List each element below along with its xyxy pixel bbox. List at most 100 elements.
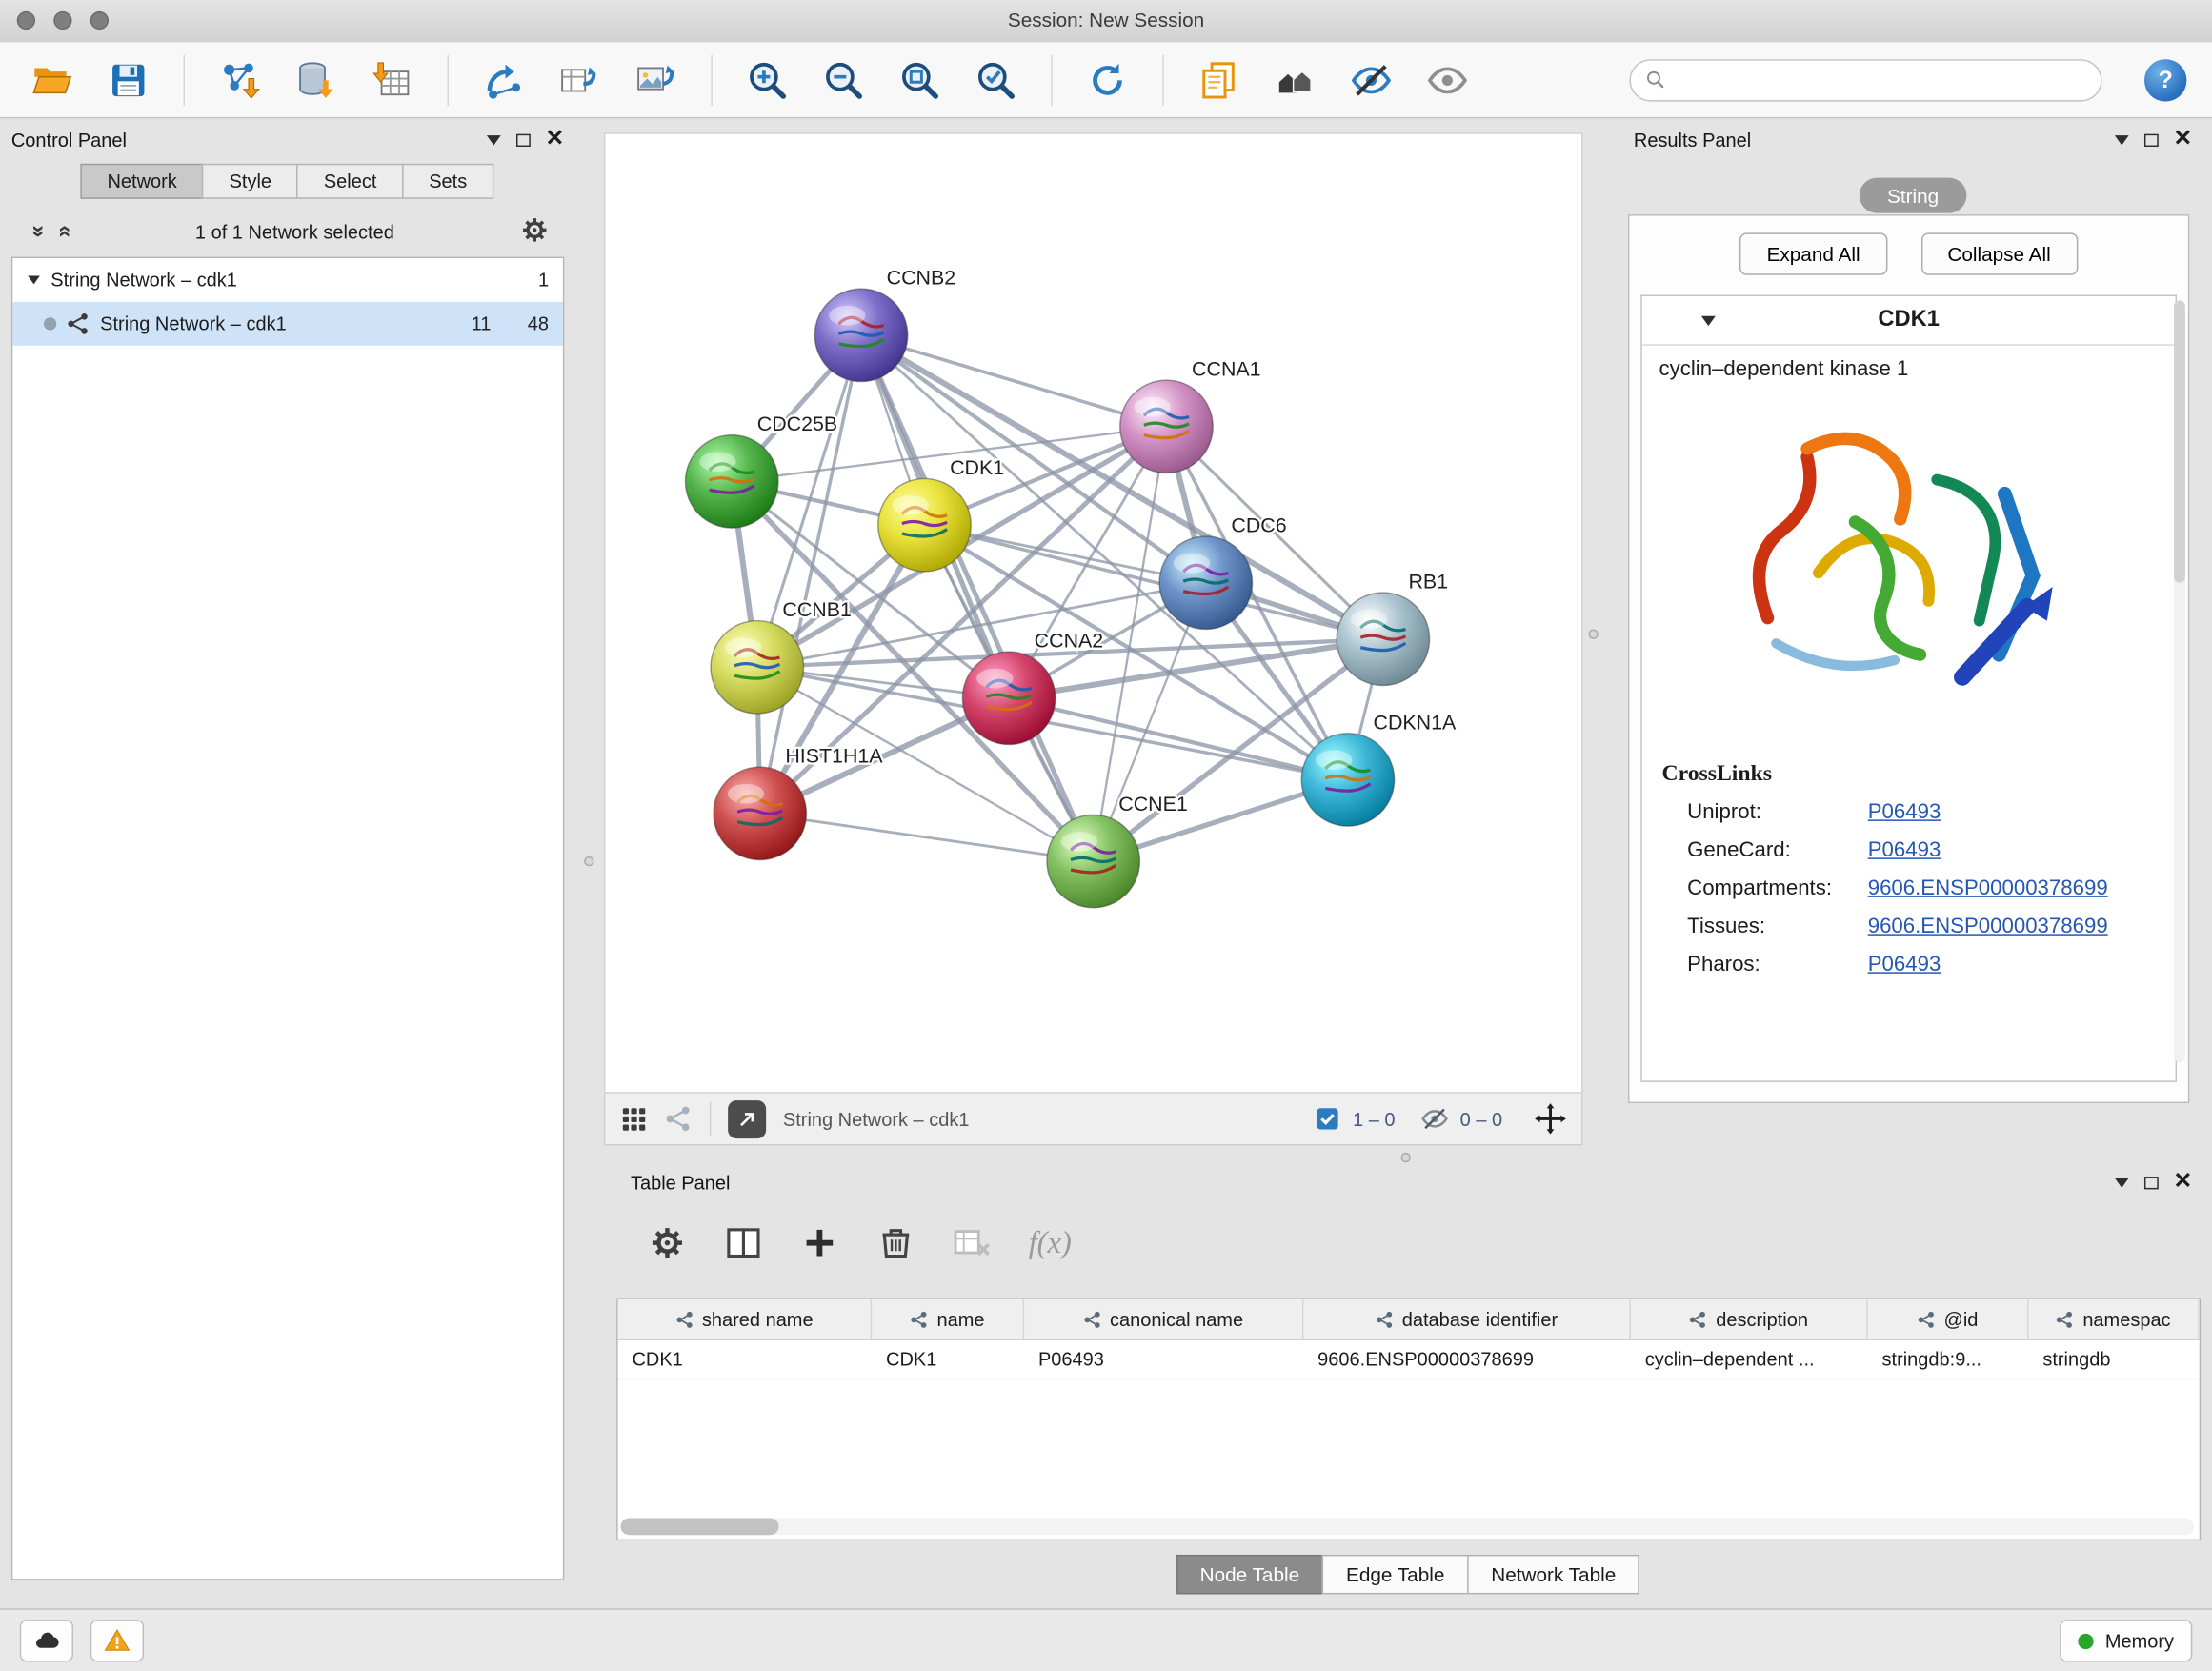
table-tab-network-table[interactable]: Network Table xyxy=(1467,1555,1639,1594)
node-CDKN1A[interactable]: CDKN1A xyxy=(1301,711,1457,826)
open-session-button[interactable] xyxy=(26,53,79,107)
warnings-button[interactable] xyxy=(90,1620,144,1661)
help-button[interactable]: ? xyxy=(2144,58,2186,100)
column-header-namespac[interactable]: namespac xyxy=(2029,1299,2200,1339)
node-CCNB2[interactable]: CCNB2 xyxy=(814,267,955,382)
table-cell[interactable]: 9606.ENSP00000378699 xyxy=(1303,1340,1631,1379)
zoom-out-button[interactable] xyxy=(816,53,870,107)
houses-icon[interactable] xyxy=(1268,53,1321,107)
column-header-database-identifier[interactable]: database identifier xyxy=(1303,1299,1631,1339)
node-HIST1H1A[interactable]: HIST1H1A xyxy=(714,745,883,860)
create-column-plus-icon[interactable] xyxy=(800,1223,839,1262)
expand-all-networks-icon[interactable]: » xyxy=(25,225,50,237)
table-cell[interactable]: stringdb:9... xyxy=(1868,1340,2029,1379)
expand-all-button[interactable]: Expand All xyxy=(1739,232,1886,274)
crosslink-value[interactable]: 9606.ENSP00000378699 xyxy=(1868,876,2108,900)
edge-CCNB2-CCNA1[interactable] xyxy=(861,335,1166,427)
table-horizontal-scrollbar[interactable] xyxy=(621,1518,2194,1535)
new-network-from-selection-button[interactable] xyxy=(477,53,531,107)
table-tab-edge-table[interactable]: Edge Table xyxy=(1322,1555,1469,1594)
network-row[interactable]: String Network – cdk1 11 48 xyxy=(12,302,563,346)
crosslink-value[interactable]: P06493 xyxy=(1868,800,1941,824)
import-network-file-button[interactable] xyxy=(213,53,267,107)
zoom-fit-button[interactable] xyxy=(893,53,946,107)
grid-mode-icon[interactable] xyxy=(619,1105,648,1134)
gene-section-header[interactable]: CDK1 xyxy=(1642,296,2176,346)
node-RB1[interactable]: RB1 xyxy=(1337,571,1448,686)
tab-network[interactable]: Network xyxy=(80,164,204,199)
node-CCNB1[interactable]: CCNB1 xyxy=(711,598,852,714)
close-panel-icon[interactable]: ✕ xyxy=(2173,131,2192,149)
cloud-status-button[interactable] xyxy=(20,1620,73,1661)
import-network-database-button[interactable] xyxy=(290,53,343,107)
export-image-button[interactable] xyxy=(629,53,682,107)
edge-CCNB2-HIST1H1A[interactable] xyxy=(760,335,861,814)
network-canvas[interactable]: CCNB2CCNA1CDC25BCDK1CDC6RB1CCNB1CCNA2CDK… xyxy=(604,132,1583,1093)
table-cell[interactable]: CDK1 xyxy=(618,1340,873,1379)
table-tab-node-table[interactable]: Node Table xyxy=(1176,1555,1323,1594)
save-session-button[interactable] xyxy=(102,53,155,107)
collection-expander-icon[interactable] xyxy=(28,276,40,285)
copy-style-button[interactable] xyxy=(1192,53,1245,107)
selected-checkbox-icon[interactable] xyxy=(1314,1105,1342,1134)
column-header-name[interactable]: name xyxy=(872,1299,1024,1339)
collapse-all-networks-icon[interactable]: « xyxy=(51,225,77,237)
crosslink-label: GeneCard: xyxy=(1687,838,1868,862)
close-panel-icon[interactable]: ✕ xyxy=(546,131,565,149)
network-graph[interactable]: CCNB2CCNA1CDC25BCDK1CDC6RB1CCNB1CCNA2CDK… xyxy=(605,134,1581,1093)
float-panel-icon[interactable] xyxy=(515,133,530,146)
horizontal-splitter-handle[interactable] xyxy=(1401,1153,1411,1162)
column-header-shared-name[interactable]: shared name xyxy=(618,1299,873,1339)
vertical-splitter-handle[interactable] xyxy=(584,856,593,866)
edge-CCNB2-CCNE1[interactable] xyxy=(861,335,1094,861)
search-input[interactable] xyxy=(1675,68,2086,91)
birds-eye-view-button[interactable] xyxy=(728,1099,766,1137)
float-panel-icon[interactable] xyxy=(2143,1176,2158,1188)
tab-select[interactable]: Select xyxy=(297,164,404,199)
delete-column-trash-icon[interactable] xyxy=(876,1223,915,1262)
crosslink-row: Uniprot:P06493 xyxy=(1642,793,2176,831)
vertical-splitter-handle[interactable] xyxy=(1588,629,1598,638)
table-cell[interactable]: stringdb xyxy=(2029,1340,2200,1379)
export-table-button[interactable] xyxy=(553,53,607,107)
string-tab-badge[interactable]: String xyxy=(1860,178,1967,213)
zoom-in-button[interactable] xyxy=(740,53,794,107)
crosslink-value[interactable]: P06493 xyxy=(1868,953,1941,976)
tab-style[interactable]: Style xyxy=(202,164,298,199)
crosslink-value[interactable]: 9606.ENSP00000378699 xyxy=(1868,915,2108,938)
zoom-selected-button[interactable] xyxy=(969,53,1022,107)
edge-HIST1H1A-CCNE1[interactable] xyxy=(760,814,1094,861)
column-header-canonical-name[interactable]: canonical name xyxy=(1024,1299,1303,1339)
hide-selected-eye-button[interactable] xyxy=(1344,53,1398,107)
gene-expander-icon[interactable] xyxy=(1701,315,1716,325)
column-header--id[interactable]: @id xyxy=(1868,1299,2029,1339)
table-cell[interactable]: P06493 xyxy=(1024,1340,1303,1379)
show-columns-icon[interactable] xyxy=(724,1223,763,1262)
float-panel-icon[interactable] xyxy=(2143,133,2158,146)
panel-menu-icon[interactable] xyxy=(486,134,500,144)
panel-menu-icon[interactable] xyxy=(2114,1178,2128,1187)
pan-crosshair-icon[interactable] xyxy=(1534,1102,1568,1137)
column-header-description[interactable]: description xyxy=(1631,1299,1868,1339)
show-all-eye-button[interactable] xyxy=(1420,53,1474,107)
table-row[interactable]: CDK1CDK1P064939606.ENSP00000378699cyclin… xyxy=(618,1340,2200,1379)
network-mode-icon[interactable] xyxy=(665,1105,694,1134)
table-settings-gear-icon[interactable] xyxy=(648,1223,687,1262)
node-CCNA1[interactable]: CCNA1 xyxy=(1120,358,1261,473)
collapse-all-button[interactable]: Collapse All xyxy=(1920,232,2078,274)
refresh-layout-button[interactable] xyxy=(1080,53,1134,107)
results-scrollbar[interactable] xyxy=(2174,300,2185,1062)
network-options-gear-icon[interactable] xyxy=(519,213,551,249)
close-panel-icon[interactable]: ✕ xyxy=(2173,1174,2192,1191)
panel-menu-icon[interactable] xyxy=(2114,134,2128,144)
network-collection-row[interactable]: String Network – cdk1 1 xyxy=(12,258,563,302)
crosslink-value[interactable]: P06493 xyxy=(1868,838,1941,862)
import-table-file-button[interactable] xyxy=(366,53,419,107)
tab-sets[interactable]: Sets xyxy=(402,164,493,199)
table-cell[interactable]: cyclin–dependent ... xyxy=(1631,1340,1868,1379)
memory-button[interactable]: Memory xyxy=(2060,1620,2192,1661)
node-CDK1[interactable]: CDK1 xyxy=(878,456,1004,572)
function-builder-fx[interactable]: f(x) xyxy=(1029,1224,1072,1261)
hidden-eye-slash-icon[interactable] xyxy=(1420,1105,1449,1134)
table-cell[interactable]: CDK1 xyxy=(872,1340,1024,1379)
